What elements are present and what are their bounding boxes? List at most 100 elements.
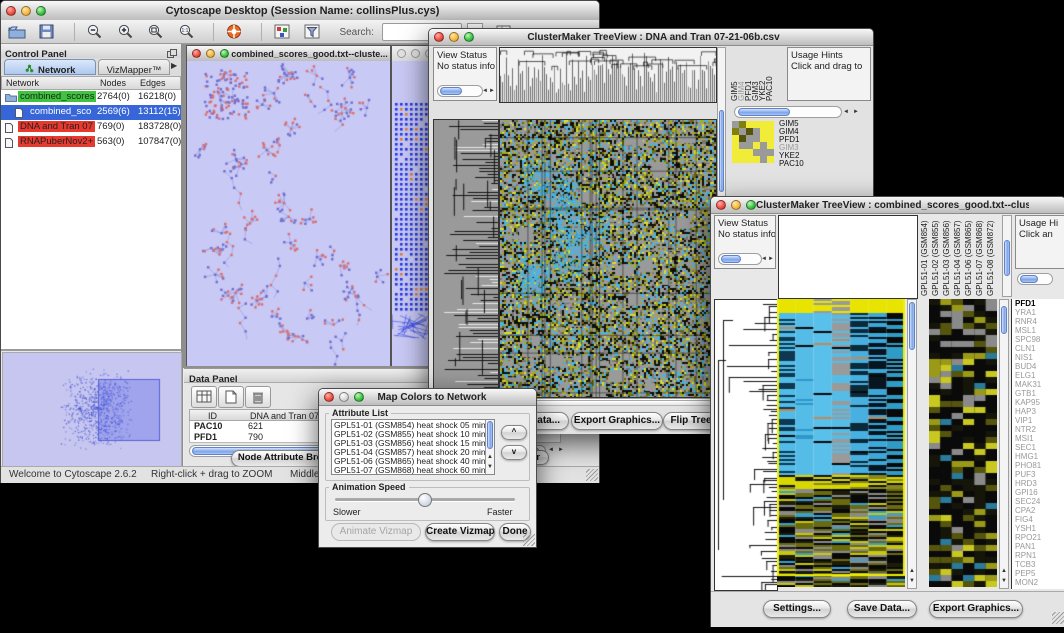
tv1-row-dendrogram[interactable] (433, 119, 499, 398)
gene-label[interactable]: PFD1 (1015, 299, 1064, 308)
close-icon[interactable] (434, 32, 444, 42)
matrix-cell[interactable] (746, 149, 753, 156)
minimize-icon[interactable] (206, 49, 215, 58)
tv2-usage-scrollbar[interactable] (1017, 273, 1053, 285)
gene-label[interactable]: CLN1 (1015, 344, 1064, 353)
scroll-left-icon[interactable]: ◄ (761, 256, 767, 262)
scroll-down-icon[interactable]: ▼ (487, 464, 493, 470)
attribute-list-item[interactable]: GPL51-07 (GSM868) heat shock 60 min (334, 466, 492, 475)
treeview2-titlebar[interactable]: ClusterMaker TreeView : combined_scores_… (711, 197, 1064, 214)
delete-attribute-icon[interactable] (245, 386, 271, 408)
gene-label[interactable]: MSI1 (1015, 434, 1064, 443)
tv2-column-label[interactable]: GPL51-01 (GSM854) (920, 215, 931, 296)
scroll-down-icon[interactable]: ▼ (909, 578, 915, 584)
open-folder-icon[interactable] (7, 23, 27, 41)
matrix-cell[interactable] (760, 149, 767, 156)
tv2-row-dendrogram[interactable] (714, 299, 778, 591)
attribute-list-vscrollbar[interactable]: ▲ ▼ (485, 420, 494, 474)
scroll-down-icon[interactable]: ▼ (1001, 578, 1007, 584)
matrix-cell[interactable] (753, 156, 760, 163)
matrix-cell[interactable] (767, 156, 774, 163)
col-network[interactable]: Network (6, 78, 39, 88)
matrix-cell[interactable] (739, 149, 746, 156)
matrix-cell[interactable] (746, 128, 753, 135)
zoom-in-icon[interactable] (116, 23, 136, 41)
matrix-cell[interactable] (753, 142, 760, 149)
zoom-fit-icon[interactable] (146, 23, 166, 41)
network-list-item[interactable]: combined_scores2764(0)16218(0) (1, 90, 181, 105)
matrix-cell[interactable] (746, 142, 753, 149)
col-id[interactable]: ID (208, 411, 217, 421)
col-nodes[interactable]: Nodes (100, 78, 126, 88)
network-list-item[interactable]: RNAPuberNov2+563(0)107847(0) (1, 135, 181, 150)
tv2-column-label[interactable]: GPL51-06 (GSM865) (964, 215, 975, 296)
col-edges[interactable]: Edges (140, 78, 166, 88)
scroll-up-icon[interactable]: ▲ (1001, 568, 1007, 574)
close-icon[interactable] (192, 49, 201, 58)
scroll-up-icon[interactable]: ▲ (909, 568, 915, 574)
close-icon[interactable] (324, 392, 334, 402)
gene-label[interactable]: SEC1 (1015, 443, 1064, 452)
tab-network[interactable]: Network (4, 59, 96, 75)
tv2-column-label[interactable]: GPL51-03 (GSM856) (942, 215, 953, 296)
save-data-button[interactable]: Save Data... (847, 600, 917, 618)
matrix-cell[interactable] (760, 121, 767, 128)
minimize-icon[interactable] (21, 6, 31, 16)
gene-label[interactable]: GPI16 (1015, 488, 1064, 497)
gene-label[interactable]: TCB3 (1015, 560, 1064, 569)
close-icon[interactable] (397, 49, 406, 58)
resize-grip[interactable] (586, 469, 598, 481)
dialog-titlebar[interactable]: Map Colors to Network (319, 389, 536, 406)
move-up-button[interactable]: ^ (501, 425, 527, 440)
tv1-column-label[interactable]: GIM4 (737, 47, 744, 101)
tv1-matrix-hscrollbar[interactable] (734, 106, 842, 118)
matrix-cell[interactable] (732, 121, 739, 128)
attribute-list[interactable]: GPL51-01 (GSM854) heat shock 05 minGPL51… (331, 419, 495, 475)
matrix-cell[interactable] (753, 149, 760, 156)
treeview1-titlebar[interactable]: ClusterMaker TreeView : DNA and Tran 07-… (429, 29, 873, 46)
minimize-icon[interactable] (449, 32, 459, 42)
scroll-left-icon[interactable]: ◄ (843, 109, 849, 115)
gene-label[interactable]: HAP3 (1015, 407, 1064, 416)
help-ring-icon[interactable] (225, 23, 245, 41)
scroll-left-icon[interactable]: ◄ (482, 88, 488, 94)
zoom-window-icon[interactable] (464, 32, 474, 42)
move-down-button[interactable]: v (501, 445, 527, 460)
gene-label[interactable]: PEP5 (1015, 569, 1064, 578)
tv2-column-label[interactable]: GPL51-07 (GSM868) (975, 215, 986, 296)
filter-icon[interactable] (303, 23, 323, 41)
zoom-window-icon[interactable] (36, 6, 46, 16)
gene-label[interactable]: MSL1 (1015, 326, 1064, 335)
gene-label[interactable]: ELG1 (1015, 371, 1064, 380)
network-panel-icon[interactable] (273, 23, 293, 41)
export-graphics-button[interactable]: Export Graphics... (929, 600, 1023, 618)
tv2-secondary-heatmap[interactable] (929, 299, 997, 587)
minimize-icon[interactable] (731, 200, 741, 210)
gene-label[interactable]: MON2 (1015, 578, 1064, 587)
matrix-cell[interactable] (760, 128, 767, 135)
matrix-cell[interactable] (767, 142, 774, 149)
tv2-collabel-vscrollbar[interactable] (1002, 215, 1012, 297)
scroll-right-icon[interactable]: ► (853, 109, 859, 115)
matrix-cell[interactable] (767, 121, 774, 128)
table-icon[interactable] (191, 386, 217, 408)
grid-window-titlebar[interactable] (392, 46, 432, 62)
gene-label[interactable]: SPC98 (1015, 335, 1064, 344)
tv2-column-label[interactable]: GPL51-08 (GSM872) (986, 215, 997, 296)
zoom-out-icon[interactable] (85, 23, 105, 41)
tv1-column-dendrogram[interactable] (499, 47, 717, 103)
tv1-column-label[interactable]: PAC10 (765, 47, 772, 101)
matrix-cell[interactable] (767, 128, 774, 135)
gene-label[interactable]: RPO21 (1015, 533, 1064, 542)
matrix-cell[interactable] (760, 142, 767, 149)
matrix-cell[interactable] (753, 121, 760, 128)
gene-label[interactable]: CPA2 (1015, 506, 1064, 515)
matrix-cell[interactable] (760, 156, 767, 163)
network-view-titlebar[interactable]: combined_scores_good.txt--cluste... (187, 46, 390, 62)
resize-grip[interactable] (1052, 612, 1064, 624)
matrix-cell[interactable] (760, 135, 767, 142)
matrix-cell[interactable] (732, 156, 739, 163)
create-vizmap-button[interactable]: Create Vizmap (425, 523, 495, 541)
matrix-cell[interactable] (746, 135, 753, 142)
speed-slider-thumb[interactable] (418, 493, 432, 507)
